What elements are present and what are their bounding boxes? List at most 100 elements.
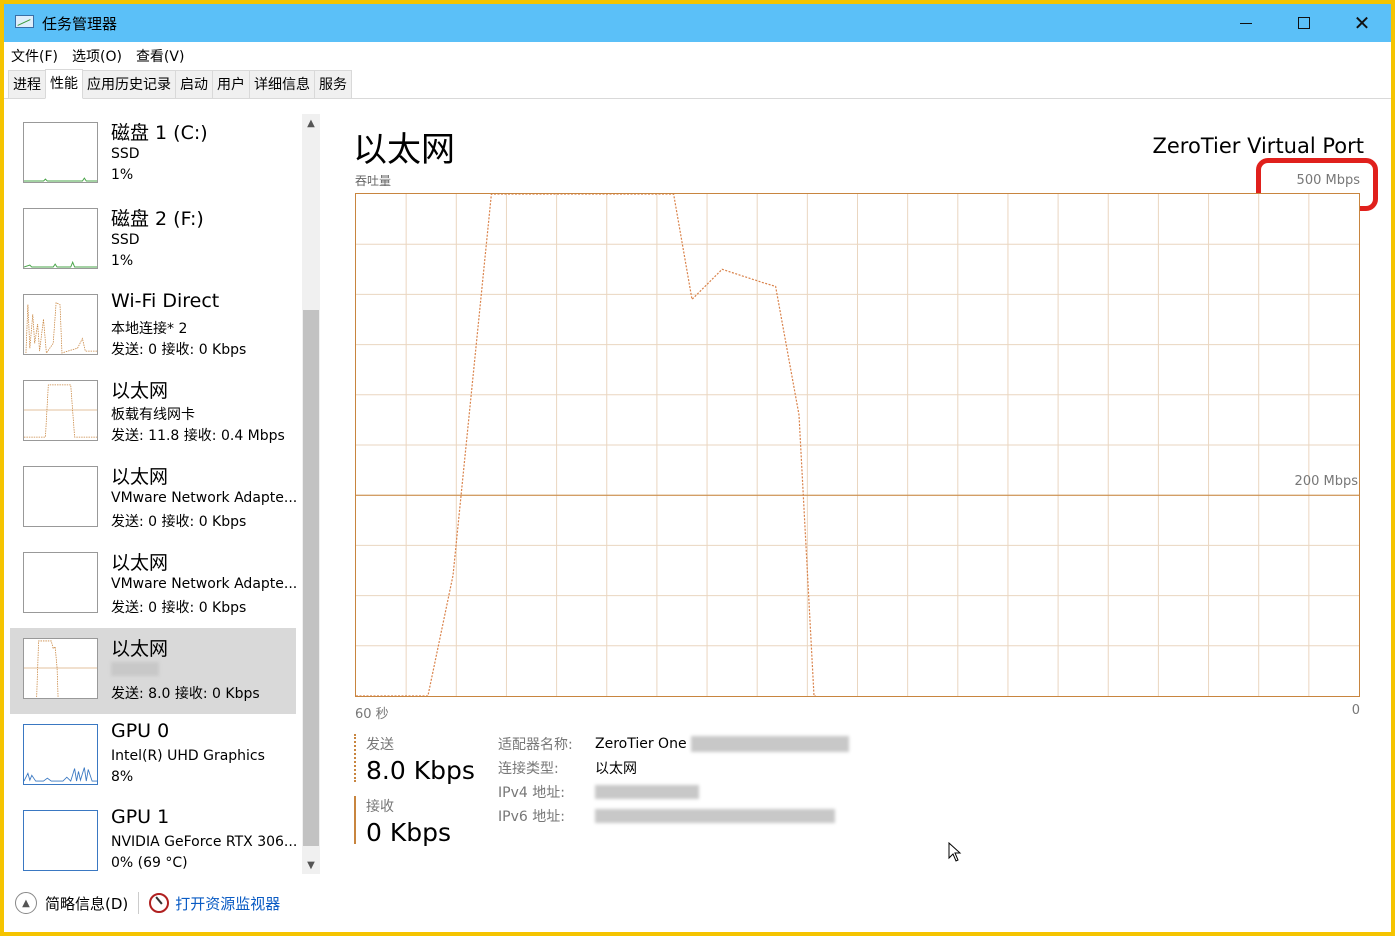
sidebar-item-wifi-direct[interactable]: Wi-Fi Direct 本地连接* 2 发送: 0 接收: 0 Kbps [10,284,296,370]
tab-details[interactable]: 详细信息 [249,70,315,98]
resource-sidebar: 磁盘 1 (C:) SSD 1% 磁盘 2 (F:) SSD 1% Wi-Fi … [10,112,296,874]
sidebar-item-disk-f[interactable]: 磁盘 2 (F:) SSD 1% [10,198,296,284]
ethernet-onboard-thumbnail [23,380,98,441]
minimize-button[interactable] [1217,4,1275,42]
open-resource-monitor-link[interactable]: 打开资源监视器 [175,893,280,914]
redacted-value [690,736,849,752]
receive-value: 0 Kbps [366,818,452,847]
tab-performance[interactable]: 性能 [45,69,83,99]
tab-users[interactable]: 用户 [212,70,250,98]
menu-view[interactable]: 查看(V) [129,46,192,66]
title-bar[interactable]: 任务管理器 ✕ [4,4,1391,42]
sidebar-item-subtitle: 本地连接* 2 [111,321,188,337]
sidebar-item-stat: 1% [111,253,134,269]
mid-scale-label: 200 Mbps [1294,474,1358,489]
tab-startup[interactable]: 启动 [175,70,213,98]
scroll-up-icon[interactable]: ▲ [302,114,320,132]
info-key: 连接类型: [498,761,559,777]
x-axis-right-label: 0 [1351,703,1360,718]
page-title: 以太网 [353,130,455,170]
sidebar-item-subtitle: Intel(R) UHD Graphics [111,748,265,764]
minimize-icon [1240,22,1252,24]
sidebar-item-subtitle: SSD [111,232,140,248]
sidebar-item-subtitle: VMware Network Adapte... [111,576,296,592]
redacted-value [595,809,835,823]
sidebar-item-title: 以太网 [111,638,169,660]
resource-monitor-icon[interactable] [149,893,170,913]
adapter-name-title: ZeroTier Virtual Port [1152,134,1365,158]
sidebar-item-gpu-0[interactable]: GPU 0 Intel(R) UHD Graphics 8% [10,714,296,800]
footer-divider [138,892,140,914]
sidebar-item-subtitle: SSD [111,146,140,162]
throughput-graph [355,193,1360,697]
disk-c-thumbnail [23,122,98,183]
sidebar-item-stat: 发送: 0 接收: 0 Kbps [111,342,247,358]
fewer-details-icon[interactable]: ▲ [15,892,37,914]
sidebar-item-ethernet-vmware-1[interactable]: 以太网 VMware Network Adapte... 发送: 0 接收: 0… [10,456,296,542]
info-row-adapter: 适配器名称: ZeroTier One [498,732,849,756]
ethernet-vmware-1-thumbnail [23,466,98,527]
info-key: IPv4 地址: [498,785,565,801]
scrollbar-thumb[interactable] [303,310,319,846]
scroll-down-icon[interactable]: ▼ [302,856,320,874]
sidebar-item-title: 以太网 [111,466,169,488]
send-stat: 发送 8.0 Kbps [354,734,475,785]
sidebar-item-title: 磁盘 2 (F:) [111,208,204,230]
tab-services[interactable]: 服务 [314,70,352,98]
sidebar-item-title: 磁盘 1 (C:) [111,122,208,144]
sidebar-item-title: GPU 1 [111,806,170,828]
receive-label: 接收 [366,799,394,815]
send-value: 8.0 Kbps [366,756,475,785]
send-label: 发送 [366,737,394,753]
ethernet-zerotier-thumbnail [23,638,98,699]
menu-options[interactable]: 选项(O) [65,46,129,66]
sidebar-item-subtitle: NVIDIA GeForce RTX 306... [111,834,296,850]
sidebar-item-title: Wi-Fi Direct [111,290,220,312]
mouse-cursor-icon [948,842,962,862]
sidebar-item-gpu-1[interactable]: GPU 1 NVIDIA GeForce RTX 306... 0% (69 °… [10,800,296,874]
sidebar-item-stat: 发送: 11.8 接收: 0.4 Mbps [111,428,285,444]
throughput-label: 吞吐量 [355,174,392,188]
info-value: ZeroTier One [595,736,687,752]
info-key: 适配器名称: [498,737,573,753]
footer: ▲ 简略信息(D) 打开资源监视器 [4,888,1391,918]
window-title: 任务管理器 [42,14,118,33]
gpu-1-thumbnail [23,810,98,871]
receive-stat: 接收 0 Kbps [354,796,452,847]
maximize-icon [1298,17,1310,29]
disk-f-thumbnail [23,208,98,269]
tab-processes[interactable]: 进程 [8,70,46,98]
gpu-0-thumbnail [23,724,98,785]
sidebar-item-stat: 8% [111,769,134,785]
tab-strip: 进程 性能 应用历史记录 启动 用户 详细信息 服务 [4,69,1391,99]
sidebar-scrollbar[interactable]: ▲ ▼ [302,114,320,874]
info-row-connection: 连接类型: 以太网 [498,756,849,780]
close-button[interactable]: ✕ [1333,4,1391,42]
sidebar-item-ethernet-onboard[interactable]: 以太网 板载有线网卡 发送: 11.8 接收: 0.4 Mbps [10,370,296,456]
info-row-ipv4: IPv4 地址: [498,780,849,804]
sidebar-item-subtitle: 板载有线网卡 [111,407,195,423]
tab-app-history[interactable]: 应用历史记录 [82,70,176,98]
sidebar-item-stat: 发送: 0 接收: 0 Kbps [111,514,247,530]
sidebar-item-ethernet-zerotier[interactable]: 以太网 发送: 8.0 接收: 0 Kbps [10,628,296,714]
info-value: 以太网 [595,761,637,777]
sidebar-item-stat: 发送: 8.0 接收: 0 Kbps [111,686,260,702]
task-manager-window: 任务管理器 ✕ 文件(F) 选项(O) 查看(V) 进程 性能 应用历史记录 启… [4,4,1391,932]
info-row-ipv6: IPv6 地址: [498,804,849,828]
sidebar-item-title: 以太网 [111,380,169,402]
sidebar-item-title: GPU 0 [111,720,170,742]
task-manager-icon [14,14,36,32]
sidebar-item-stat: 1% [111,167,134,183]
sidebar-item-stat: 0% (69 °C) [111,855,188,871]
fewer-details-button[interactable]: 简略信息(D) [45,893,128,914]
sidebar-item-ethernet-vmware-2[interactable]: 以太网 VMware Network Adapte... 发送: 0 接收: 0… [10,542,296,628]
sidebar-item-title: 以太网 [111,552,169,574]
sidebar-item-subtitle: VMware Network Adapte... [111,490,296,506]
ethernet-vmware-2-thumbnail [23,552,98,613]
sidebar-item-stat: 发送: 0 接收: 0 Kbps [111,600,247,616]
maximize-button[interactable] [1275,4,1333,42]
sidebar-item-disk-c[interactable]: 磁盘 1 (C:) SSD 1% [10,112,296,198]
adapter-info: 适配器名称: ZeroTier One 连接类型: 以太网 IPv4 地址: I… [498,732,849,828]
redacted-value [595,785,699,799]
menu-file[interactable]: 文件(F) [4,46,65,66]
